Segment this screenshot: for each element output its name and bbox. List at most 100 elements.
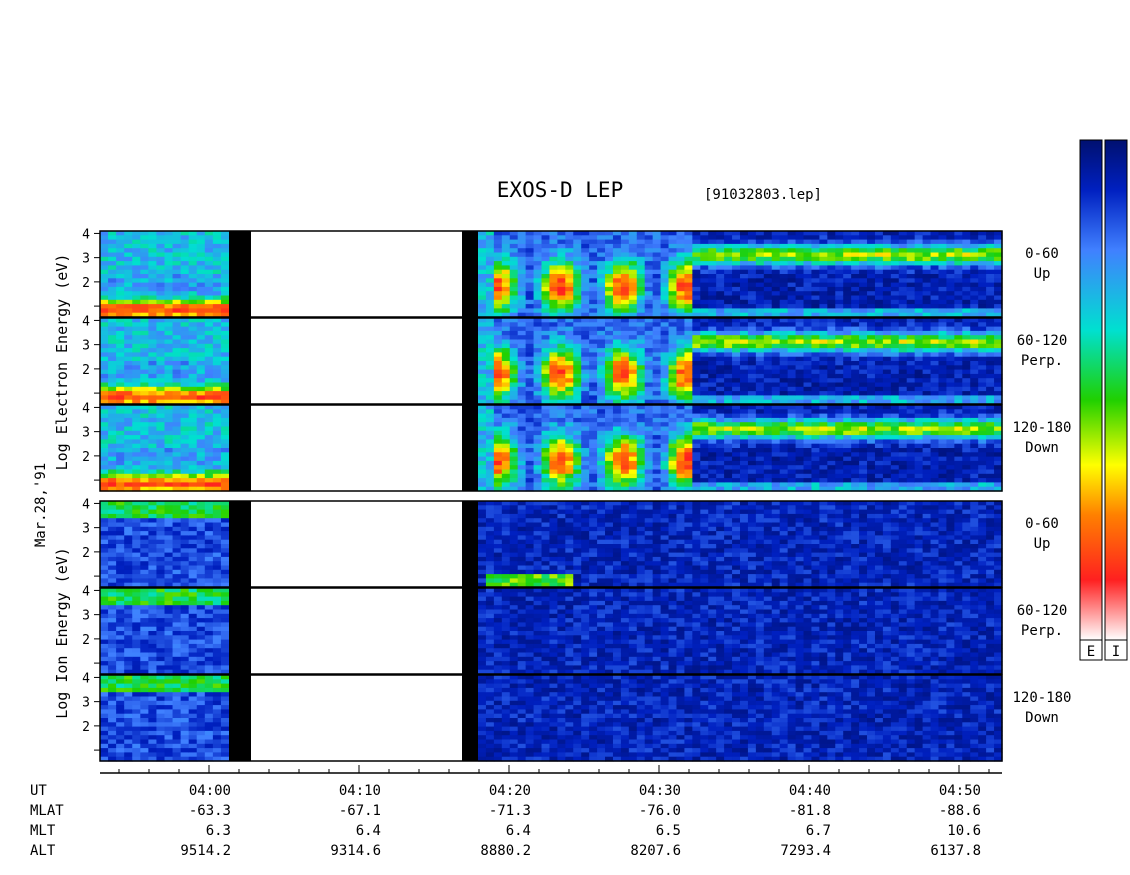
spectrogram-cell bbox=[859, 382, 868, 388]
spectrogram-cell bbox=[986, 248, 995, 254]
spectrogram-cell bbox=[509, 278, 519, 284]
spectrogram-cell bbox=[684, 365, 693, 371]
spectrogram-cell bbox=[890, 348, 900, 353]
spectrogram-cell bbox=[946, 422, 955, 428]
spectrogram-cell bbox=[116, 256, 125, 262]
spectrogram-cell bbox=[803, 409, 813, 415]
spectrogram-cell bbox=[803, 443, 813, 449]
spectrogram-cell bbox=[660, 395, 670, 401]
spectrogram-cell bbox=[541, 439, 551, 445]
spectrogram-cell bbox=[188, 417, 198, 423]
spectrogram-cell bbox=[851, 348, 860, 353]
spectrogram-cell bbox=[164, 265, 174, 271]
spectrogram-cell bbox=[605, 282, 614, 288]
spectrogram-cell bbox=[771, 330, 781, 336]
spectrogram-cell bbox=[533, 352, 543, 358]
spectrogram-cell bbox=[196, 265, 206, 271]
spectrogram-cell bbox=[859, 426, 868, 432]
spectrogram-cell bbox=[204, 235, 214, 241]
spectrogram-cell bbox=[581, 339, 590, 345]
spectrogram-cell bbox=[581, 448, 590, 453]
spectrogram-cell bbox=[954, 430, 963, 436]
spectrogram-cell bbox=[172, 378, 182, 384]
spectrogram-cell bbox=[732, 299, 741, 305]
spectrogram-cell bbox=[668, 239, 678, 245]
spectrogram-cell bbox=[573, 426, 582, 432]
spectrogram-cell bbox=[787, 448, 797, 453]
spectrogram-cell bbox=[164, 339, 174, 345]
spectrogram-cell bbox=[811, 452, 820, 458]
spectrogram-cell bbox=[954, 361, 963, 366]
spectrogram-cell bbox=[636, 339, 646, 345]
spectrogram-cell bbox=[859, 299, 868, 305]
spectrogram-cell bbox=[196, 373, 206, 379]
spectrogram-cell bbox=[763, 439, 773, 445]
spectrogram-cell bbox=[938, 248, 948, 254]
spectrogram-cell bbox=[851, 282, 860, 288]
spectrogram-cell bbox=[811, 256, 820, 262]
spectrogram-cell bbox=[724, 256, 733, 262]
spectrogram-cell bbox=[755, 426, 765, 432]
spectrogram-cell bbox=[549, 348, 558, 353]
spectrogram-cell bbox=[930, 239, 940, 245]
spectrogram-cell bbox=[811, 426, 820, 432]
spectrogram-cell bbox=[148, 473, 158, 479]
spectrogram-cell bbox=[740, 465, 749, 471]
spectrogram-cell bbox=[986, 291, 995, 297]
spectrogram-cell bbox=[867, 422, 876, 428]
spectrogram-cell bbox=[946, 304, 955, 309]
spectrogram-cell bbox=[581, 373, 590, 379]
spectrogram-cell bbox=[747, 239, 757, 245]
spectrogram-cell bbox=[851, 361, 860, 366]
spectrogram-cell bbox=[148, 308, 158, 314]
spectrogram-cell bbox=[172, 391, 182, 396]
spectrogram-cell bbox=[755, 239, 765, 245]
spectrogram-cell bbox=[172, 430, 182, 436]
spectrogram-cell bbox=[220, 395, 230, 401]
spectrogram-cell bbox=[597, 291, 606, 297]
spectrogram-cell bbox=[541, 356, 551, 362]
spectrogram-cell bbox=[612, 386, 622, 392]
spectrogram-cell bbox=[220, 308, 230, 314]
spectrogram-cell bbox=[922, 482, 932, 488]
spectrogram-cell bbox=[946, 295, 955, 301]
spectrogram-cell bbox=[478, 473, 487, 479]
spectrogram-cell bbox=[156, 395, 166, 401]
spectrogram-cell bbox=[779, 430, 789, 436]
spectrogram-cell bbox=[922, 395, 932, 401]
spectrogram-cell bbox=[859, 274, 868, 279]
spectrogram-cell bbox=[692, 439, 701, 445]
spectrogram-cell bbox=[212, 465, 222, 471]
spectrogram-cell bbox=[747, 339, 757, 345]
spectrogram-cell bbox=[930, 443, 940, 449]
spectrogram-cell bbox=[811, 448, 820, 453]
spectrogram-cell bbox=[196, 243, 206, 249]
spectrogram-cell bbox=[779, 261, 789, 266]
spectrogram-cell bbox=[509, 352, 519, 358]
spectrogram-cell bbox=[898, 343, 908, 349]
spectrogram-cell bbox=[597, 422, 606, 428]
spectrogram-cell bbox=[914, 361, 924, 366]
spectrogram-cell bbox=[124, 356, 133, 362]
spectrogram-cell bbox=[819, 386, 828, 392]
spectrogram-cell bbox=[652, 395, 662, 401]
spectrogram-cell bbox=[636, 252, 646, 258]
spectrogram-cell bbox=[557, 248, 566, 254]
spectrogram-cell bbox=[851, 422, 860, 428]
spectrogram-cell bbox=[771, 361, 781, 366]
spectrogram-cell bbox=[140, 373, 149, 379]
spectrogram-cell bbox=[771, 435, 781, 440]
spectrogram-cell bbox=[859, 473, 868, 479]
spectrogram-cell bbox=[668, 304, 678, 309]
spectrogram-cell bbox=[652, 413, 662, 419]
spectrogram-cell bbox=[795, 356, 805, 362]
spectrogram-cell bbox=[636, 304, 646, 309]
spectrogram-cell bbox=[628, 239, 638, 245]
spectrogram-cell bbox=[573, 365, 582, 371]
spectrogram-cell bbox=[970, 473, 979, 479]
spectrogram-cell bbox=[573, 430, 582, 436]
spectrogram-cell bbox=[204, 248, 214, 254]
spectrogram-cell bbox=[132, 335, 141, 341]
spectrogram-cell bbox=[116, 304, 125, 309]
spectrogram-cell bbox=[196, 308, 206, 314]
